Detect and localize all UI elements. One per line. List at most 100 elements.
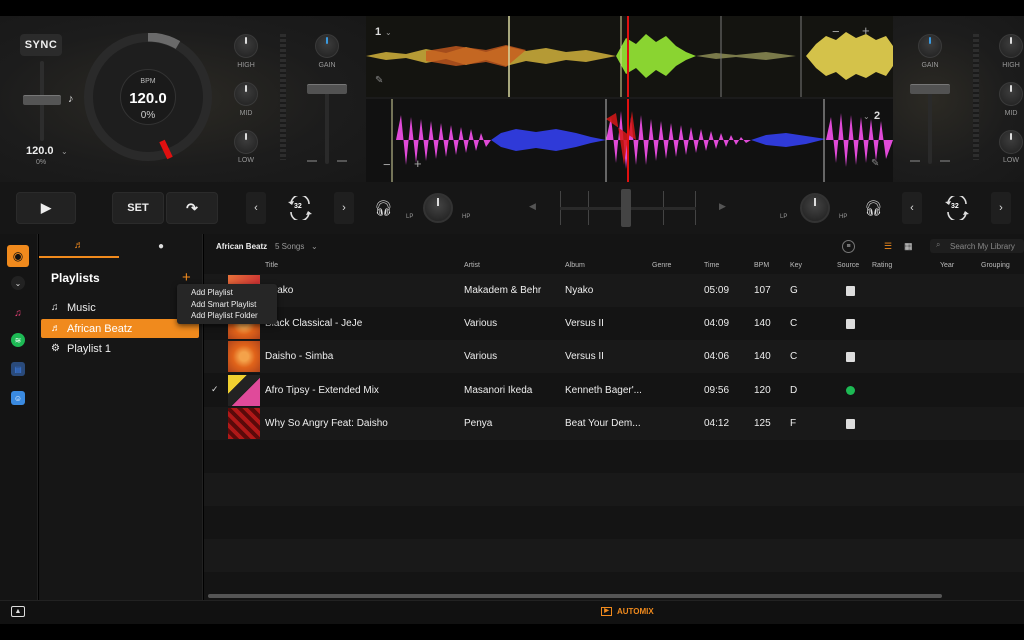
zoom-out-button[interactable]: − <box>832 24 840 39</box>
gain-knob[interactable] <box>315 34 339 58</box>
loop-double-button[interactable]: › <box>991 192 1011 224</box>
track-key: D <box>790 385 798 396</box>
volume-fader-track[interactable] <box>928 84 932 164</box>
file-source-icon <box>846 319 855 329</box>
skip-forward-icon[interactable]: ↷ <box>166 192 218 224</box>
filter-knob[interactable] <box>800 193 830 223</box>
headphones-icon[interactable]: 🎧︎ <box>374 199 393 217</box>
column-time[interactable]: Time <box>704 262 719 269</box>
eq-high-label: HIGH <box>1002 62 1020 69</box>
chevron-down-icon[interactable]: ⌄ <box>61 147 68 156</box>
zoom-in-button[interactable]: + <box>414 156 422 171</box>
volume-fader-handle[interactable] <box>910 84 950 94</box>
track-key: C <box>790 318 798 329</box>
track-key: F <box>790 418 797 429</box>
play-button[interactable]: ▶ <box>16 192 76 224</box>
zoom-in-button[interactable]: + <box>862 23 870 38</box>
filter-icon[interactable]: ≡ <box>842 240 855 253</box>
loop-button[interactable]: 32 <box>285 194 315 222</box>
column-album[interactable]: Album <box>565 262 585 269</box>
zoom-out-button[interactable]: − <box>383 157 391 172</box>
list-view-icon[interactable]: ☰ <box>884 241 892 252</box>
music-note-icon[interactable]: ♪ <box>68 93 74 105</box>
eq-mid-knob[interactable] <box>234 82 258 106</box>
column-bpm[interactable]: BPM <box>754 262 769 269</box>
track-artist: Various <box>464 318 498 329</box>
column-title[interactable]: Title <box>265 262 278 269</box>
column-year[interactable]: Year <box>940 262 954 269</box>
loop-double-button[interactable]: › <box>334 192 354 224</box>
chevron-down-icon[interactable]: ⌄ <box>311 242 318 251</box>
tab-history[interactable]: ● <box>121 234 201 258</box>
table-row[interactable]: Daisho - Simba Various Versus II 04:06 1… <box>204 340 1024 373</box>
horizontal-scrollbar[interactable] <box>208 594 942 598</box>
menu-item-add-smart-playlist[interactable]: Add Smart Playlist <box>191 299 277 311</box>
eq-mid-knob[interactable] <box>999 82 1023 106</box>
track-bpm: 125 <box>754 418 771 429</box>
chevron-down-icon[interactable]: ⌄ <box>385 28 392 37</box>
column-genre[interactable]: Genre <box>652 262 671 269</box>
chevron-down-icon[interactable]: ⌄ <box>863 112 870 121</box>
fader-base-mark <box>910 160 920 162</box>
deck-area: SYNC ♪ 120.0 ⌄ 0% BPM 120.0 0% HIGH MID … <box>0 16 1024 182</box>
automix-button[interactable]: ▶ AUTOMIX <box>601 607 654 616</box>
pitch-slider-handle[interactable] <box>23 95 61 105</box>
sync-button[interactable]: SYNC <box>20 34 62 56</box>
eq-high-knob[interactable] <box>999 34 1023 58</box>
track-title: Black Classical - JeJe <box>265 318 363 329</box>
crossfader-left-arrow[interactable]: ◀ <box>529 201 536 212</box>
track-album: Beat Your Dem... <box>565 418 641 429</box>
crossfader-handle[interactable] <box>621 189 631 227</box>
sidebar-item-african-beatz[interactable]: ♬ African Beatz <box>41 319 199 338</box>
column-rating[interactable]: Rating <box>872 262 892 269</box>
finder-icon[interactable]: ☺ <box>11 391 25 405</box>
library-source-icon[interactable]: ◉ <box>7 245 29 267</box>
crossfader-right-arrow[interactable]: ▶ <box>719 201 726 212</box>
volume-fader-track[interactable] <box>325 84 329 164</box>
set-cue-button[interactable]: SET <box>112 192 164 224</box>
song-count[interactable]: 5 Songs <box>275 242 304 251</box>
empty-row <box>204 440 1024 473</box>
sidebar-item-playlist-1[interactable]: ⚙ Playlist 1 <box>41 339 199 358</box>
table-row[interactable]: ✓ Afro Tipsy - Extended Mix Masanori Ike… <box>204 374 1024 407</box>
lp-label: LP <box>780 214 788 220</box>
table-row[interactable]: Why So Angry Feat: Daisho Penya Beat You… <box>204 407 1024 440</box>
filter-knob[interactable] <box>423 193 453 223</box>
eq-high-knob[interactable] <box>234 34 258 58</box>
table-row[interactable]: Black Classical - JeJe Various Versus II… <box>204 307 1024 340</box>
video-icon[interactable]: ▤ <box>11 362 25 376</box>
gain-knob[interactable] <box>918 34 942 58</box>
pencil-icon[interactable]: ✎ <box>871 158 879 169</box>
menu-item-add-playlist-folder[interactable]: Add Playlist Folder <box>191 310 277 322</box>
tab-playlists[interactable]: ♬ <box>39 234 119 258</box>
search-input[interactable]: ⌕ Search My Library <box>930 239 1024 253</box>
automix-icon: ▶ <box>601 607 612 616</box>
waveform-deck-2[interactable]: 2 ⌄ − + ✎ <box>366 99 893 182</box>
menu-item-add-playlist[interactable]: Add Playlist <box>191 287 277 299</box>
volume-fader-handle[interactable] <box>307 84 347 94</box>
chevron-down-icon[interactable]: ⌄ <box>11 276 25 290</box>
grid-view-icon[interactable]: ▦ <box>904 241 913 252</box>
spotify-icon[interactable]: ≋ <box>11 333 25 347</box>
apple-music-icon[interactable]: ♫ <box>9 304 27 322</box>
fader-base-mark <box>307 160 317 162</box>
fader-base-mark <box>337 160 347 162</box>
loop-button[interactable]: 32 <box>942 194 972 222</box>
pencil-icon[interactable]: ✎ <box>375 75 383 86</box>
column-key[interactable]: Key <box>790 262 802 269</box>
track-library: African Beatz 5 Songs ⌄ ≡ ☰ ▦ ⌕ Search My… <box>204 234 1024 600</box>
waveform-deck-1[interactable]: 1 ⌄ − + ✎ <box>366 16 893 97</box>
column-artist[interactable]: Artist <box>464 262 480 269</box>
track-album: Versus II <box>565 318 604 329</box>
column-source[interactable]: Source <box>837 262 859 269</box>
eq-low-knob[interactable] <box>999 130 1023 154</box>
loop-halve-button[interactable]: ‹ <box>902 192 922 224</box>
vu-meter <box>973 34 979 160</box>
column-grouping[interactable]: Grouping <box>981 262 1010 269</box>
headphones-icon[interactable]: 🎧︎ <box>864 199 883 217</box>
table-row[interactable]: Nyako Makadem & Behr Nyako 05:09 107 G <box>204 274 1024 307</box>
eject-icon[interactable]: ▲ <box>11 606 25 617</box>
sidebar-item-music[interactable]: ♫ Music <box>41 298 199 317</box>
loop-halve-button[interactable]: ‹ <box>246 192 266 224</box>
eq-low-knob[interactable] <box>234 130 258 154</box>
